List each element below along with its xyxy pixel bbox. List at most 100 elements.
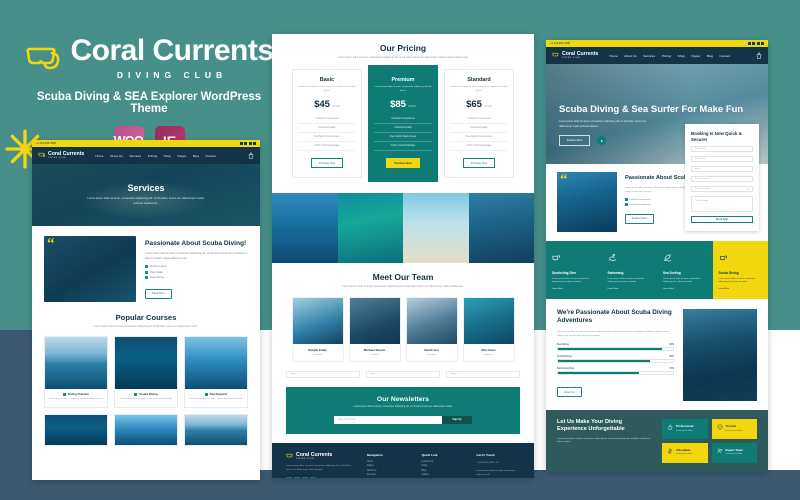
shield-check-icon <box>717 424 722 430</box>
footer-link[interactable]: FAQs <box>422 465 466 467</box>
newsletter-email-input[interactable]: Enter Your Email <box>334 415 442 424</box>
mockup-pricing-team-page[interactable]: Our Pricing Lorem ipsum dolor sit amet, … <box>272 34 534 478</box>
nav-item-contact[interactable]: Contact <box>205 154 216 158</box>
cta-box-professional[interactable]: Professional Lorem ipsum dolor <box>662 419 708 439</box>
nav-item-blog[interactable]: Blog <box>193 154 199 158</box>
course-card[interactable]: Scuba Diving Lorem ipsum dolor sit amet,… <box>114 336 178 409</box>
facebook-icon[interactable] <box>286 476 292 478</box>
mockup-home-page[interactable]: +1 123-456-7890 Coral Currents DIVING CL… <box>546 40 768 472</box>
book-now-button[interactable]: Book Now <box>691 215 753 223</box>
feature-card-scuba[interactable]: Scuba Diving Lorem ipsum dolor sit amet,… <box>712 241 768 300</box>
cta-box-expert-team[interactable]: Expert Team Lorem ipsum dolor <box>711 442 757 463</box>
course-card[interactable]: Diving Practice Lorem ipsum dolor sit am… <box>44 336 108 409</box>
nav-item-services[interactable]: Services <box>129 154 141 158</box>
feature-card-snorkeling[interactable]: Snorkeling Dive Lorem ipsum dolor sit am… <box>546 241 602 299</box>
footer-link[interactable]: Services <box>367 474 411 476</box>
cart-icon[interactable] <box>248 152 254 159</box>
nav-item-blog[interactable]: Blog <box>707 54 713 58</box>
booking-heading: Booking Is Now Quick & Secure! <box>691 131 742 142</box>
footer-logo-text: Coral Currents <box>296 451 333 458</box>
pricing-subtitle: Lorem ipsum dolor sit amet, consectetur … <box>337 56 469 59</box>
cart-icon[interactable] <box>756 52 762 59</box>
footer-link[interactable]: Contact Us <box>422 461 466 463</box>
first-name-input[interactable]: First Name <box>691 145 753 153</box>
navbar-menu[interactable]: Home About Us Services Pricing Shop Page… <box>609 54 730 58</box>
nav-item-services[interactable]: Services <box>643 54 655 58</box>
footer-link[interactable]: Blog <box>422 470 466 472</box>
email-input[interactable]: Email <box>366 370 440 378</box>
courses-cards-row2 <box>44 414 248 447</box>
hero-explore-button[interactable]: Explore More <box>559 135 591 147</box>
footer-link[interactable]: Pages <box>367 465 411 467</box>
course-image <box>115 415 177 446</box>
team-member-card[interactable]: David Jon Instructor <box>405 297 458 362</box>
feature-link[interactable]: Learn More <box>719 288 763 290</box>
booking-form[interactable]: Booking Is Now Quick & Secure! First Nam… <box>685 124 759 231</box>
nav-item-about[interactable]: About Us <box>110 154 123 158</box>
feature-card-surfing[interactable]: Sea Surfing Lorem ipsum dolor sit amet, … <box>657 241 713 299</box>
plan-purchase-button[interactable]: Purchase Now <box>462 157 496 169</box>
newsletter-signup-button[interactable]: Sign Up <box>442 415 472 424</box>
last-name-input[interactable]: Last Name <box>691 155 753 163</box>
nav-item-pages[interactable]: Pages <box>177 154 186 158</box>
name-input[interactable]: Name <box>286 370 360 378</box>
footer-logo[interactable]: Coral Currents DIVING CLUB <box>286 451 356 460</box>
feature-link[interactable]: Learn More <box>663 288 707 290</box>
nav-item-contact[interactable]: Contact <box>719 54 730 58</box>
check-icon <box>625 198 628 202</box>
nav-item-shop[interactable]: Shop <box>164 154 171 158</box>
nav-item-home[interactable]: Home <box>609 54 617 58</box>
message-textarea[interactable]: Your Message <box>691 195 753 212</box>
twitter-icon[interactable] <box>294 476 300 478</box>
pricing-card-premium[interactable]: Premium Lorem ipsum dolor sit amet, cons… <box>368 64 438 182</box>
linkedin-icon[interactable] <box>310 476 316 478</box>
navbar-logo[interactable]: Coral Currents DIVING CLUB <box>552 51 598 59</box>
about-section: “ Passionate About Scuba Diving! Lorem i… <box>44 236 248 302</box>
package-select[interactable]: Select Packages <box>691 185 753 193</box>
course-card[interactable] <box>184 414 248 447</box>
course-card[interactable] <box>114 414 178 447</box>
plan-purchase-button[interactable]: Purchase Now <box>310 157 344 169</box>
course-text: Lorem ipsum dolor sit amet, consectetur … <box>189 398 243 401</box>
topbar-social-icons[interactable] <box>747 42 764 45</box>
adventures-about-button[interactable]: About Us <box>557 387 582 398</box>
topbar-social-icons[interactable] <box>239 142 256 145</box>
nav-item-home[interactable]: Home <box>95 154 103 158</box>
footer-link[interactable]: Home <box>367 461 411 463</box>
team-member-card[interactable]: Santell Emily Instructor <box>291 297 344 362</box>
course-card[interactable] <box>44 414 108 447</box>
feature-link[interactable]: Learn More <box>552 288 596 290</box>
footer-social-icons[interactable] <box>286 476 356 478</box>
nav-item-pages[interactable]: Pages <box>691 54 700 58</box>
plan-feature: Unlimited Quality <box>450 124 508 133</box>
navbar-menu[interactable]: Home About Us Services Pricing Shop Page… <box>95 154 216 158</box>
nav-item-pricing[interactable]: Pricing <box>662 54 671 58</box>
footer-link[interactable]: About Us <box>367 470 411 472</box>
instagram-icon[interactable] <box>302 476 308 478</box>
team-member-card[interactable]: Michael Shown Instructor <box>348 297 401 362</box>
feature-link[interactable]: Learn More <box>608 288 652 290</box>
about-read-more-button[interactable]: Read More <box>145 288 172 299</box>
plan-purchase-button[interactable]: Purchase Now <box>386 157 420 169</box>
phone-input[interactable]: Phone Number <box>691 175 753 183</box>
navbar-logo[interactable]: Coral Currents DIVING CLUB <box>38 151 84 159</box>
subject-input[interactable]: Subject <box>446 370 520 378</box>
play-video-button[interactable] <box>597 136 607 146</box>
cta-box-trusted[interactable]: Trusted Lorem ipsum dolor <box>711 419 757 439</box>
footer-col-heading: Quick Link <box>421 452 438 457</box>
mockup-services-page[interactable]: +1 123-456-7890 Coral Currents DIVING CL… <box>32 140 260 480</box>
nav-item-pricing[interactable]: Pricing <box>148 154 157 158</box>
pricing-card-basic[interactable]: Basic Lorem ipsum dolor sit amet, consec… <box>292 68 362 178</box>
pricing-card-standard[interactable]: Standard Lorem ipsum dolor sit amet, con… <box>444 68 514 178</box>
feature-card-swimming[interactable]: Swimming Lorem ipsum dolor sit amet, con… <box>602 241 658 299</box>
footer-link[interactable]: Gallery <box>422 474 466 476</box>
scuba-tank-icon <box>719 255 727 261</box>
cta-box-affordable[interactable]: Affordable Lorem ipsum dolor <box>662 442 708 463</box>
course-card[interactable]: Sea Explorer Lorem ipsum dolor sit amet,… <box>184 336 248 409</box>
nav-item-shop[interactable]: Shop <box>678 54 685 58</box>
about-explore-button[interactable]: Explore More <box>625 213 655 224</box>
team-member-card[interactable]: Ellis Kane Instructor <box>462 297 515 362</box>
skill-bar: Sea Diving 90% <box>557 344 674 351</box>
nav-item-about[interactable]: About Us <box>624 54 637 58</box>
email-input[interactable]: Email <box>691 165 753 173</box>
